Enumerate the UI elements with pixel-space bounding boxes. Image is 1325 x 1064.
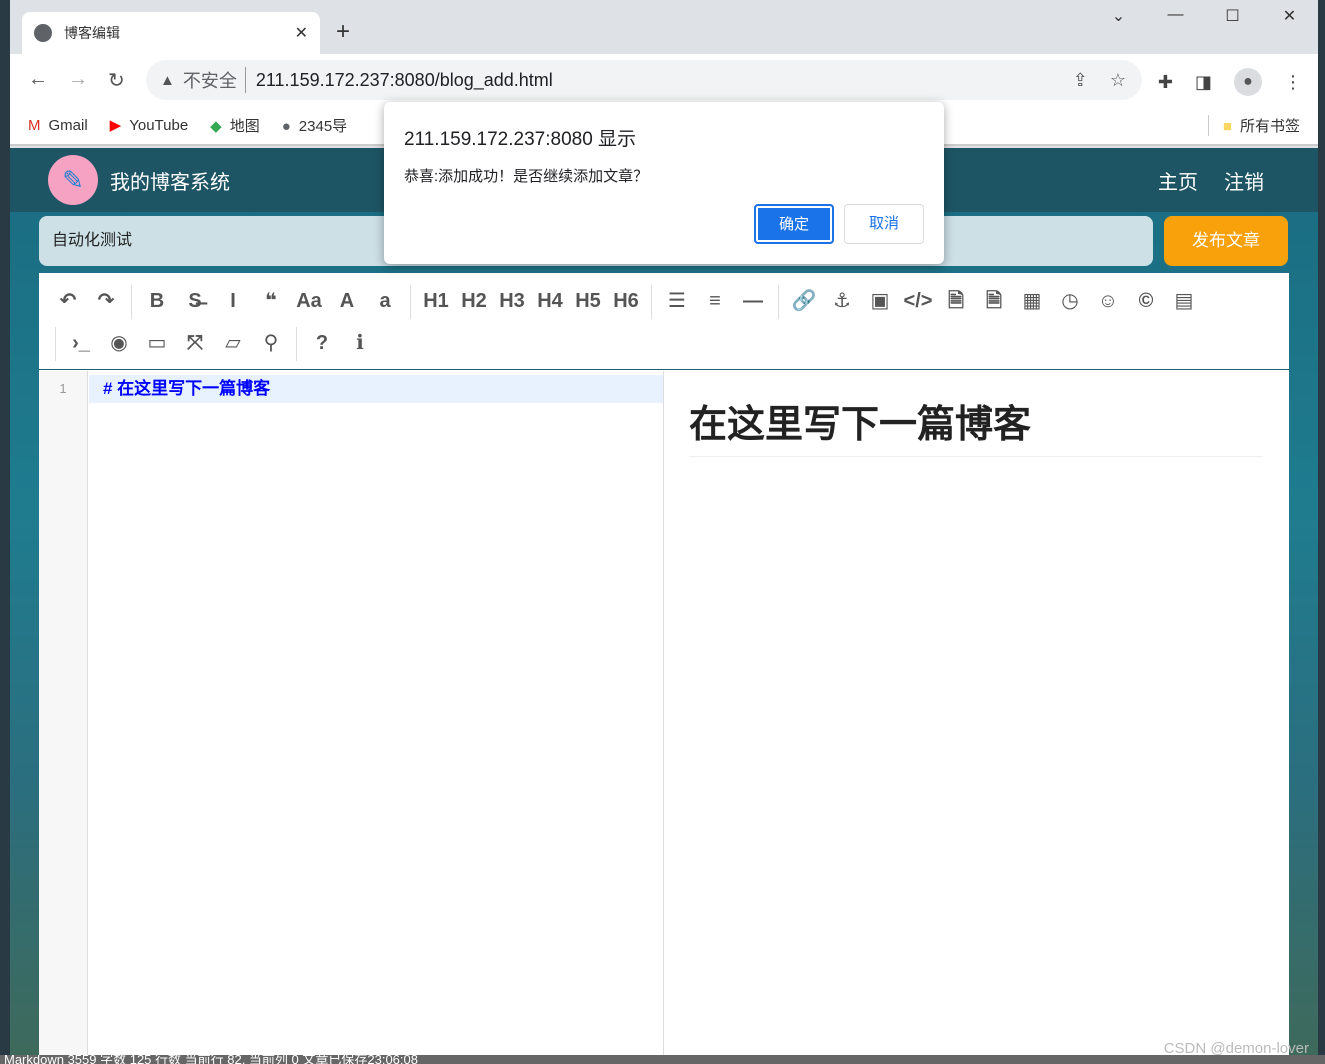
toolbar-button-icon[interactable]: H2 — [455, 281, 493, 321]
nav-logout[interactable]: 注销 — [1224, 166, 1264, 195]
toolbar-button-icon[interactable]: ⤧ — [176, 323, 214, 363]
share-icon[interactable]: ⇪ — [1073, 70, 1088, 91]
toolbar-separator — [296, 327, 297, 361]
maps-icon: ◆ — [210, 117, 222, 135]
forward-button[interactable]: → — [68, 68, 88, 91]
toolbar-button-icon[interactable]: S̶ — [176, 281, 214, 321]
toolbar-button-icon[interactable]: I — [214, 281, 252, 321]
toolbar-button-icon[interactable]: ☰ — [658, 281, 696, 321]
toolbar-separator — [131, 285, 132, 319]
toolbar-button-icon[interactable]: 🗎 — [937, 281, 975, 321]
bookmark-star-icon[interactable]: ☆ — [1110, 70, 1126, 91]
toolbar-button-icon[interactable]: 🗎 — [975, 281, 1013, 321]
cancel-button[interactable]: 取消 — [844, 204, 924, 244]
tab-search-icon[interactable]: ⌄ — [1090, 6, 1147, 26]
folder-icon: ■ — [1222, 117, 1232, 135]
profile-avatar[interactable]: ● — [1234, 68, 1262, 96]
preview-heading: 在这里写下一篇博客 — [689, 393, 1263, 457]
close-window-button[interactable]: ✕ — [1261, 6, 1318, 26]
toolbar-button-icon[interactable]: A — [328, 281, 366, 321]
watermark: CSDN @demon-lover — [1163, 1040, 1309, 1057]
toolbar-button-icon[interactable]: © — [1127, 281, 1165, 321]
toolbar-button-icon[interactable]: ↶ — [49, 281, 87, 321]
toolbar-button-icon[interactable]: ? — [303, 323, 341, 363]
alert-dialog: 211.159.172.237:8080 显示 恭喜:添加成功！是否继续添加文章… — [384, 102, 944, 264]
toolbar-button-icon[interactable]: Aa — [290, 281, 328, 321]
all-bookmarks[interactable]: ■ 所有书签 — [1207, 114, 1300, 136]
toolbar-button-icon[interactable]: H1 — [417, 281, 455, 321]
toolbar-button-icon[interactable]: ▱ — [214, 323, 252, 363]
toolbar-button-icon[interactable]: ℹ — [341, 323, 379, 363]
nav-home[interactable]: 主页 — [1158, 166, 1198, 195]
tab-title: 博客编辑 — [64, 25, 120, 41]
toolbar-button-icon[interactable]: H6 — [607, 281, 645, 321]
toolbar-button-icon[interactable]: H3 — [493, 281, 531, 321]
menu-icon[interactable]: ⋮ — [1284, 72, 1302, 93]
toolbar-button-icon[interactable]: a — [366, 281, 404, 321]
address-bar-row: ← → ↻ ▲ 不安全 211.159.172.237:8080/blog_ad… — [10, 54, 1318, 106]
toolbar-button-icon[interactable]: ◷ — [1051, 281, 1089, 321]
bookmark-maps[interactable]: ◆ 地图 — [210, 115, 260, 136]
active-line[interactable]: # 在这里写下一篇博客 — [89, 375, 663, 403]
status-bar: Markdown 3559 字数 125 行数 当前行 82, 当前列 0 文章… — [0, 1055, 1325, 1064]
back-button[interactable]: ← — [28, 68, 48, 91]
toolbar-separator — [778, 285, 779, 319]
security-label[interactable]: 不安全 — [183, 67, 246, 93]
toolbar-button-icon[interactable]: ≡ — [696, 281, 734, 321]
markdown-editor: ↶ ↷ B S̶ I ❝ Aa Aa H1 H2 H3 H4 H5 H6 ☰ ≡ — 🔗 ⚓ ▣ </> 🗎 🗎 ▦ ◷ ☺ © ▤ ›… — [39, 273, 1289, 1055]
globe-icon — [34, 24, 52, 42]
toolbar-button-icon[interactable]: ◉ — [100, 323, 138, 363]
ok-button[interactable]: 确定 — [754, 204, 834, 244]
toolbar-button-icon[interactable]: ☺ — [1089, 281, 1127, 321]
toolbar-button-icon[interactable]: ▦ — [1013, 281, 1051, 321]
code-pane[interactable]: 1 # 在这里写下一篇博客 — [39, 371, 664, 1055]
youtube-icon: ▶ — [109, 117, 122, 134]
reload-button[interactable]: ↻ — [108, 68, 125, 93]
globe-icon: ● — [281, 117, 291, 135]
maximize-button[interactable]: ☐ — [1204, 6, 1261, 26]
close-tab-icon[interactable]: ✕ — [295, 23, 308, 43]
toolbar-button-icon[interactable]: ❝ — [252, 281, 290, 321]
warning-icon: ▲ — [160, 71, 175, 89]
toolbar-button-icon[interactable]: </> — [899, 281, 937, 321]
bookmark-youtube[interactable]: ▶ YouTube — [110, 116, 189, 134]
bookmark-2345[interactable]: ● 2345导 — [282, 115, 347, 136]
new-tab-button[interactable]: + — [336, 18, 350, 46]
gmail-icon: M — [28, 116, 41, 134]
dialog-message: 恭喜:添加成功！是否继续添加文章？ — [404, 168, 649, 185]
toolbar-button-icon[interactable]: ⚓ — [823, 281, 861, 321]
toolbar-separator — [410, 285, 411, 319]
line-gutter: 1 — [39, 371, 88, 1055]
page-content: ✎ 我的博客系统 主页 注销 自动化测试 发布文章 ↶ ↷ B S̶ I ❝ Aa Aa H1 H2… — [10, 148, 1318, 1064]
toolbar-separator — [55, 327, 56, 361]
site-title: 我的博客系统 — [110, 171, 230, 194]
toolbar-button-icon[interactable]: — — [734, 281, 772, 321]
toolbar-button-icon[interactable]: ⚲ — [252, 323, 290, 363]
url-input[interactable]: ▲ 不安全 211.159.172.237:8080/blog_add.html… — [146, 60, 1142, 100]
editor-toolbar: ↶ ↷ B S̶ I ❝ Aa Aa H1 H2 H3 H4 H5 H6 ☰ ≡ — 🔗 ⚓ ▣ </> 🗎 🗎 ▦ ◷ ☺ © ▤ ›… — [39, 273, 1289, 370]
minimize-button[interactable]: — — [1147, 6, 1204, 26]
toolbar-button-icon[interactable]: ↷ — [87, 281, 125, 321]
toolbar-separator — [651, 285, 652, 319]
toolbar-button-icon[interactable]: H5 — [569, 281, 607, 321]
publish-button[interactable]: 发布文章 — [1164, 216, 1288, 266]
bookmark-gmail[interactable]: M Gmail — [28, 117, 88, 134]
side-panel-icon[interactable]: ◨ — [1195, 72, 1212, 93]
toolbar-button-icon[interactable]: B — [138, 281, 176, 321]
toolbar-button-icon[interactable]: H4 — [531, 281, 569, 321]
toolbar-button-icon[interactable]: ▭ — [138, 323, 176, 363]
toolbar-button-icon[interactable]: ▤ — [1165, 281, 1203, 321]
extensions-icon[interactable]: ✚ — [1158, 72, 1173, 93]
logo-feather-icon: ✎ — [48, 155, 98, 205]
browser-tab[interactable]: 博客编辑 ✕ — [22, 12, 320, 54]
toolbar-button-icon[interactable]: ▣ — [861, 281, 899, 321]
toolbar-button-icon[interactable]: 🔗 — [785, 281, 823, 321]
dialog-title: 211.159.172.237:8080 显示 — [404, 129, 637, 150]
toolbar-button-icon[interactable]: ›_ — [62, 323, 100, 363]
url-text: 211.159.172.237:8080/blog_add.html — [255, 69, 553, 90]
